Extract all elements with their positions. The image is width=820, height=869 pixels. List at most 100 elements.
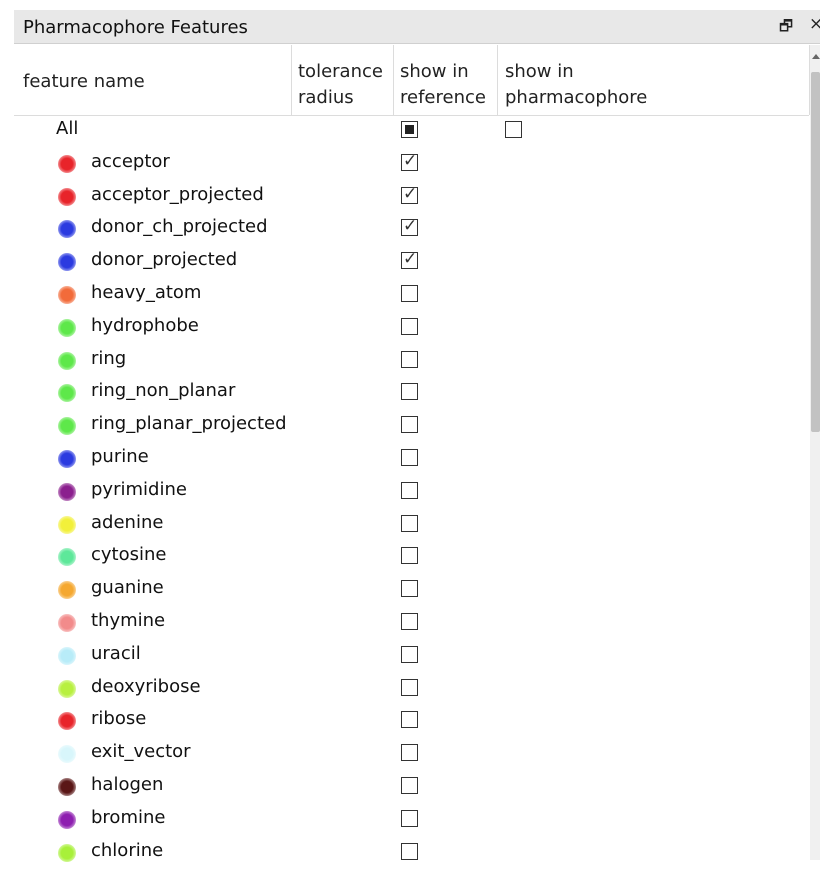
show-in-reference-checkbox[interactable] — [401, 481, 418, 499]
column-header-show-in-reference[interactable]: show in reference — [394, 45, 498, 115]
partial-check-icon — [405, 125, 414, 134]
table-row[interactable]: halogen — [0, 770, 810, 803]
feature-label: exit_vector — [91, 741, 191, 763]
table-row[interactable]: exit_vector — [0, 737, 810, 770]
show-in-reference-checkbox[interactable] — [401, 547, 418, 565]
feature-color-icon — [58, 810, 76, 829]
show-in-reference-checkbox[interactable] — [401, 121, 418, 138]
table-row[interactable]: bromine — [0, 803, 810, 836]
feature-color-icon — [58, 679, 76, 698]
table-row[interactable]: acceptor_projected ✓ — [0, 180, 810, 213]
show-in-reference-checkbox[interactable] — [401, 285, 418, 302]
table-row[interactable]: pyrimidine — [0, 475, 810, 508]
table-row[interactable]: deoxyribose — [0, 672, 810, 705]
table-row[interactable]: uracil — [0, 639, 810, 672]
feature-color-icon — [58, 745, 76, 764]
table-row[interactable]: cytosine — [0, 540, 810, 573]
feature-label: All — [56, 118, 79, 139]
table-row[interactable]: ribose — [0, 704, 810, 737]
feature-color-icon — [58, 286, 76, 304]
feature-label: pyrimidine — [91, 478, 187, 500]
show-in-pharmacophore-checkbox[interactable] — [505, 121, 522, 138]
feature-color-icon — [58, 614, 76, 632]
checkmark-icon: ✓ — [403, 150, 418, 171]
feature-label: bromine — [91, 806, 166, 828]
table-row[interactable]: ring — [0, 344, 810, 377]
table-row[interactable]: adenine — [0, 508, 810, 541]
panel-title: Pharmacophore Features — [23, 17, 248, 38]
feature-color-icon — [58, 515, 76, 534]
feature-label: donor_ch_projected — [91, 216, 268, 238]
feature-color-icon — [58, 417, 76, 436]
feature-label: purine — [91, 446, 149, 467]
feature-label: adenine — [91, 511, 164, 533]
show-in-reference-checkbox[interactable] — [401, 744, 418, 762]
table-header: feature name tolerance radius show in re… — [14, 45, 810, 116]
close-icon[interactable]: × — [809, 14, 820, 34]
show-in-reference-checkbox[interactable] — [401, 580, 418, 598]
table-row[interactable]: thymine — [0, 606, 810, 639]
feature-label: ribose — [91, 708, 147, 730]
show-in-reference-checkbox[interactable]: ✓ — [401, 183, 418, 204]
table-row[interactable]: ring_planar_projected — [0, 409, 810, 442]
table-row[interactable]: heavy_atom — [0, 278, 810, 311]
feature-color-icon — [58, 154, 76, 173]
show-in-reference-checkbox[interactable] — [401, 842, 418, 860]
feature-color-icon — [58, 318, 76, 337]
feature-label: halogen — [91, 774, 164, 795]
show-in-reference-checkbox[interactable] — [401, 449, 418, 466]
show-in-reference-checkbox[interactable]: ✓ — [401, 249, 418, 270]
table-row[interactable]: purine — [0, 442, 810, 475]
show-in-reference-checkbox[interactable] — [401, 678, 418, 696]
show-in-reference-checkbox[interactable] — [401, 777, 418, 794]
column-header-tolerance-radius[interactable]: tolerance radius — [292, 45, 394, 115]
feature-color-icon — [58, 351, 76, 370]
feature-color-icon — [58, 187, 76, 206]
feature-label: thymine — [91, 610, 166, 631]
feature-color-icon — [58, 384, 76, 403]
feature-color-icon — [58, 253, 76, 272]
feature-label: ring_planar_projected — [91, 413, 287, 435]
show-in-reference-checkbox[interactable] — [401, 383, 418, 401]
feature-color-icon — [58, 712, 76, 731]
feature-label: cytosine — [91, 544, 167, 566]
feature-color-icon — [58, 548, 76, 567]
show-in-reference-checkbox[interactable]: ✓ — [401, 150, 418, 171]
feature-label: acceptor_projected — [91, 183, 264, 205]
show-in-reference-checkbox[interactable] — [401, 645, 418, 663]
show-in-reference-checkbox[interactable] — [401, 613, 418, 630]
feature-color-icon — [58, 450, 76, 468]
column-header-feature-name[interactable]: feature name — [14, 45, 292, 115]
feature-label: ring — [91, 347, 127, 369]
show-in-reference-checkbox[interactable] — [401, 350, 418, 368]
feature-color-icon — [58, 482, 76, 501]
column-header-show-in-pharmacophore[interactable]: show in pharmacophore — [498, 45, 810, 115]
feature-color-icon — [58, 843, 76, 862]
feature-label: deoxyribose — [91, 675, 201, 697]
restore-icon[interactable]: 🗗 — [779, 16, 793, 41]
show-in-reference-checkbox[interactable] — [401, 711, 418, 729]
scroll-up-icon[interactable] — [812, 54, 820, 59]
table-row[interactable]: acceptor ✓ — [0, 147, 810, 180]
show-in-reference-checkbox[interactable]: ✓ — [401, 216, 418, 237]
scrollbar-thumb[interactable] — [811, 72, 820, 432]
table-row[interactable]: donor_projected ✓ — [0, 245, 810, 278]
table-row[interactable]: hydrophobe — [0, 311, 810, 344]
feature-row-all[interactable]: All — [0, 114, 810, 147]
checkmark-icon: ✓ — [403, 249, 418, 270]
show-in-reference-checkbox[interactable] — [401, 416, 418, 434]
show-in-reference-checkbox[interactable] — [401, 514, 418, 532]
table-row[interactable]: donor_ch_projected ✓ — [0, 212, 810, 245]
feature-label: uracil — [91, 642, 141, 664]
feature-label: hydrophobe — [91, 314, 199, 336]
show-in-reference-checkbox[interactable] — [401, 809, 418, 827]
feature-color-icon — [58, 220, 76, 239]
feature-color-icon — [58, 778, 76, 796]
checkmark-icon: ✓ — [403, 216, 418, 237]
table-row[interactable]: ring_non_planar — [0, 376, 810, 409]
show-in-reference-checkbox[interactable] — [401, 317, 418, 335]
table-row[interactable]: chlorine — [0, 836, 810, 869]
table-row[interactable]: guanine — [0, 573, 810, 606]
checkmark-icon: ✓ — [403, 183, 418, 204]
feature-label: guanine — [91, 577, 164, 599]
